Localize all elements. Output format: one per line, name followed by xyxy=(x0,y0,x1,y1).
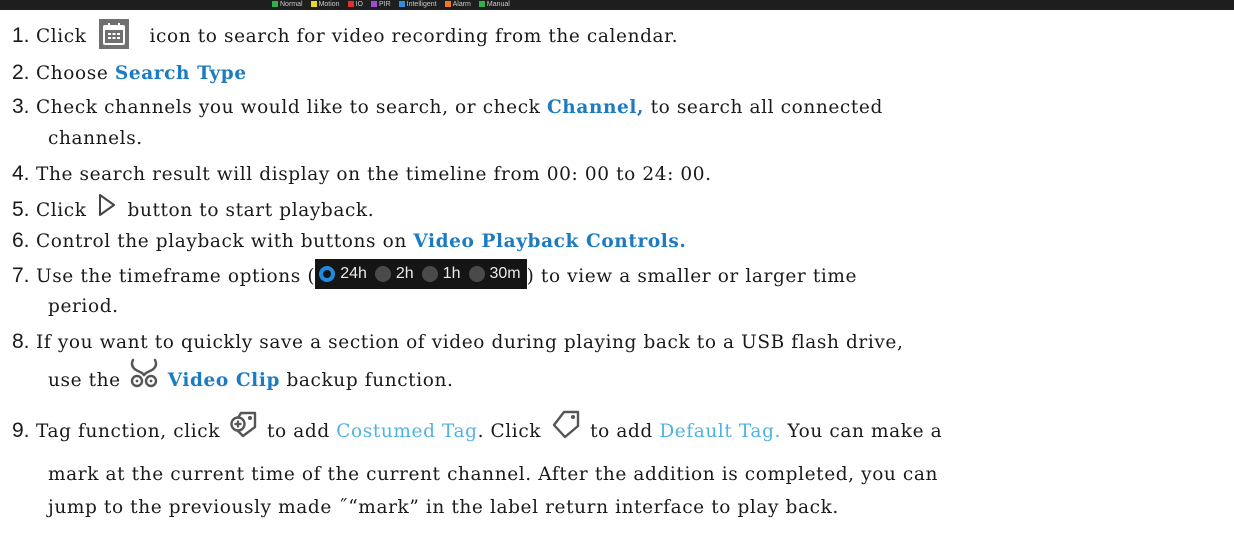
legend-item: Normal xyxy=(272,1,303,8)
legend-item: Intelligent xyxy=(398,0,437,8)
step-number: 4. xyxy=(12,162,30,185)
radio-selected-icon xyxy=(319,266,336,282)
step-text: use the xyxy=(48,370,121,391)
legend-swatch xyxy=(272,1,278,7)
search-type-link[interactable]: Search Type xyxy=(115,63,247,84)
video-playback-controls-link[interactable]: Video Playback Controls. xyxy=(413,231,686,252)
legend-swatch xyxy=(370,1,377,7)
timeframe-options: 24h 2h 1h 30m xyxy=(315,259,527,289)
timeframe-label: 2h xyxy=(395,265,414,282)
step-number: 2. xyxy=(12,61,30,84)
legend-label: Motion xyxy=(318,0,340,8)
step-9: 9. Tag function, click to add Costumed T… xyxy=(12,410,943,451)
step-9-continuation-1: mark at the current time of the current … xyxy=(48,464,939,485)
step-3-continuation: channels. xyxy=(48,128,143,149)
step-5: 5. Click button to start playback. xyxy=(12,193,375,227)
radio-icon xyxy=(374,266,391,282)
legend-item: IO xyxy=(347,0,363,8)
step-number: 5. xyxy=(12,198,30,221)
legend-swatch xyxy=(347,1,354,7)
step-4: 4. The search result will display on the… xyxy=(12,161,712,188)
step-text: Tag function, click xyxy=(36,421,221,442)
legend-swatch xyxy=(310,1,317,7)
legend-label: IO xyxy=(355,0,363,8)
radio-icon xyxy=(421,266,438,282)
radio-icon xyxy=(468,266,485,282)
step-text: You can make a xyxy=(781,421,943,442)
step-number: 9. xyxy=(12,419,30,442)
step-number: 6. xyxy=(12,229,30,252)
step-text: to add xyxy=(590,421,660,442)
step-9-continuation-2: jump to the previously made ˝“mark” in t… xyxy=(48,497,839,518)
scissors-icon xyxy=(127,358,161,396)
step-7-continuation: period. xyxy=(48,296,119,317)
legend-label: Alarm xyxy=(452,0,471,8)
step-8-continuation: use the Video Clip backup function. xyxy=(48,358,454,400)
legend-item: Alarm xyxy=(444,0,471,8)
step-1: 1. Click icon to search for video record… xyxy=(12,19,679,52)
legend-item: PIR xyxy=(370,0,391,8)
step-text: Control the playback with buttons on xyxy=(36,231,414,252)
calendar-icon xyxy=(99,19,130,49)
step-text: icon to search for video recording from … xyxy=(149,26,679,47)
step-text: button to start playback. xyxy=(127,200,375,221)
step-text: The search result will display on the ti… xyxy=(36,164,712,185)
step-text: ) to view a smaller or larger time xyxy=(526,266,858,287)
timeframe-24h[interactable]: 24h xyxy=(319,261,367,287)
step-number: 1. xyxy=(12,24,30,47)
timeframe-2h[interactable]: 2h xyxy=(374,261,414,287)
step-number: 3. xyxy=(12,95,30,118)
step-text: Check channels you would like to search,… xyxy=(36,97,547,118)
step-2: 2. Choose Search Type xyxy=(12,60,247,87)
legend-label: Normal xyxy=(280,0,303,8)
costumed-tag-link[interactable]: Costumed Tag xyxy=(336,421,477,442)
step-text: Click xyxy=(36,200,87,221)
video-clip-link[interactable]: Video Clip xyxy=(168,370,280,391)
step-text: backup function. xyxy=(279,370,454,391)
legend-swatch xyxy=(398,1,405,7)
step-text: to search all connected xyxy=(644,97,883,118)
timeframe-label: 24h xyxy=(340,265,367,282)
step-text: Choose xyxy=(36,63,115,84)
step-text: to add xyxy=(267,421,337,442)
timeframe-label: 1h xyxy=(442,265,461,282)
step-text: Click xyxy=(36,26,87,47)
timeframe-1h[interactable]: 1h xyxy=(421,261,461,287)
legend-item: Motion xyxy=(310,0,340,8)
play-icon xyxy=(97,193,117,225)
timeframe-label: 30m xyxy=(489,265,521,282)
channel-link[interactable]: Channel, xyxy=(547,97,644,118)
record-type-legend: Normal Motion IO PIR Intelligent Alarm Manual xyxy=(272,0,518,8)
legend-label: Manual xyxy=(486,0,510,8)
legend-swatch xyxy=(478,1,485,7)
custom-tag-icon xyxy=(227,409,261,447)
step-number: 8. xyxy=(12,330,30,353)
timeframe-30m[interactable]: 30m xyxy=(468,261,521,287)
legend-label: Intelligent xyxy=(406,0,437,8)
step-text: If you want to quickly save a section of… xyxy=(36,332,904,353)
legend-item: Manual xyxy=(478,0,510,8)
default-tag-icon xyxy=(548,409,584,447)
step-7: 7. Use the timeframe options ( 24h 2h 1h… xyxy=(12,259,858,292)
legend-swatch xyxy=(444,1,451,7)
step-text: Use the timeframe options ( xyxy=(36,266,316,287)
step-text: . Click xyxy=(477,421,542,442)
legend-label: PIR xyxy=(378,0,391,8)
step-6: 6. Control the playback with buttons on … xyxy=(12,228,686,255)
default-tag-link[interactable]: Default Tag. xyxy=(659,421,781,442)
step-number: 7. xyxy=(12,264,30,287)
timeline-legend-bar: Normal Motion IO PIR Intelligent Alarm Manual xyxy=(0,0,1234,10)
step-8: 8. If you want to quickly save a section… xyxy=(12,329,903,356)
step-3: 3. Check channels you would like to sear… xyxy=(12,94,883,121)
